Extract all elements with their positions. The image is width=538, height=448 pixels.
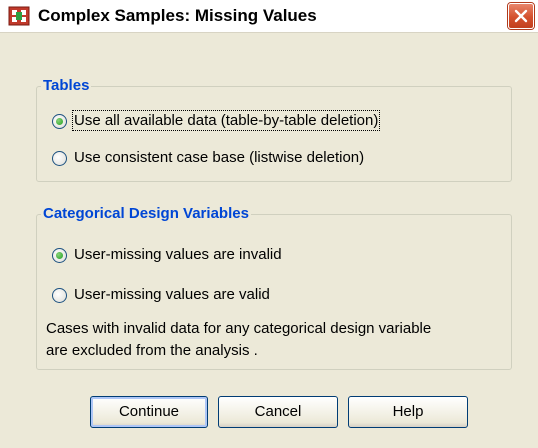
close-icon (514, 9, 528, 23)
cancel-button[interactable]: Cancel (218, 396, 338, 428)
categorical-note: Cases with invalid data for any categori… (46, 318, 516, 362)
categorical-note-line-1: Cases with invalid data for any categori… (46, 320, 432, 337)
title-bar[interactable]: Complex Samples: Missing Values (0, 0, 538, 33)
window-title: Complex Samples: Missing Values (38, 6, 317, 25)
categorical-note-line-2: are excluded from the analysis . (46, 342, 258, 359)
radio-button[interactable] (52, 288, 67, 303)
close-button[interactable] (508, 3, 534, 29)
radio-button-checked[interactable] (52, 114, 67, 129)
spss-dialog-icon (8, 6, 30, 26)
categorical-group-legend: Categorical Design Variables (41, 205, 251, 222)
radio-label-user-missing-invalid[interactable]: User-missing values are invalid (74, 246, 282, 263)
help-button[interactable]: Help (348, 396, 468, 428)
radio-label-use-consistent-case-base[interactable]: Use consistent case base (listwise delet… (74, 149, 364, 166)
radio-button-checked[interactable] (52, 248, 67, 263)
tables-group: Tables (36, 77, 512, 182)
radio-button[interactable] (52, 151, 67, 166)
radio-label-use-all-available-data[interactable]: Use all available data (table-by-table d… (71, 110, 381, 131)
radio-label-user-missing-valid[interactable]: User-missing values are valid (74, 286, 270, 303)
continue-button[interactable]: Continue (90, 396, 208, 428)
tables-group-legend: Tables (41, 77, 92, 94)
